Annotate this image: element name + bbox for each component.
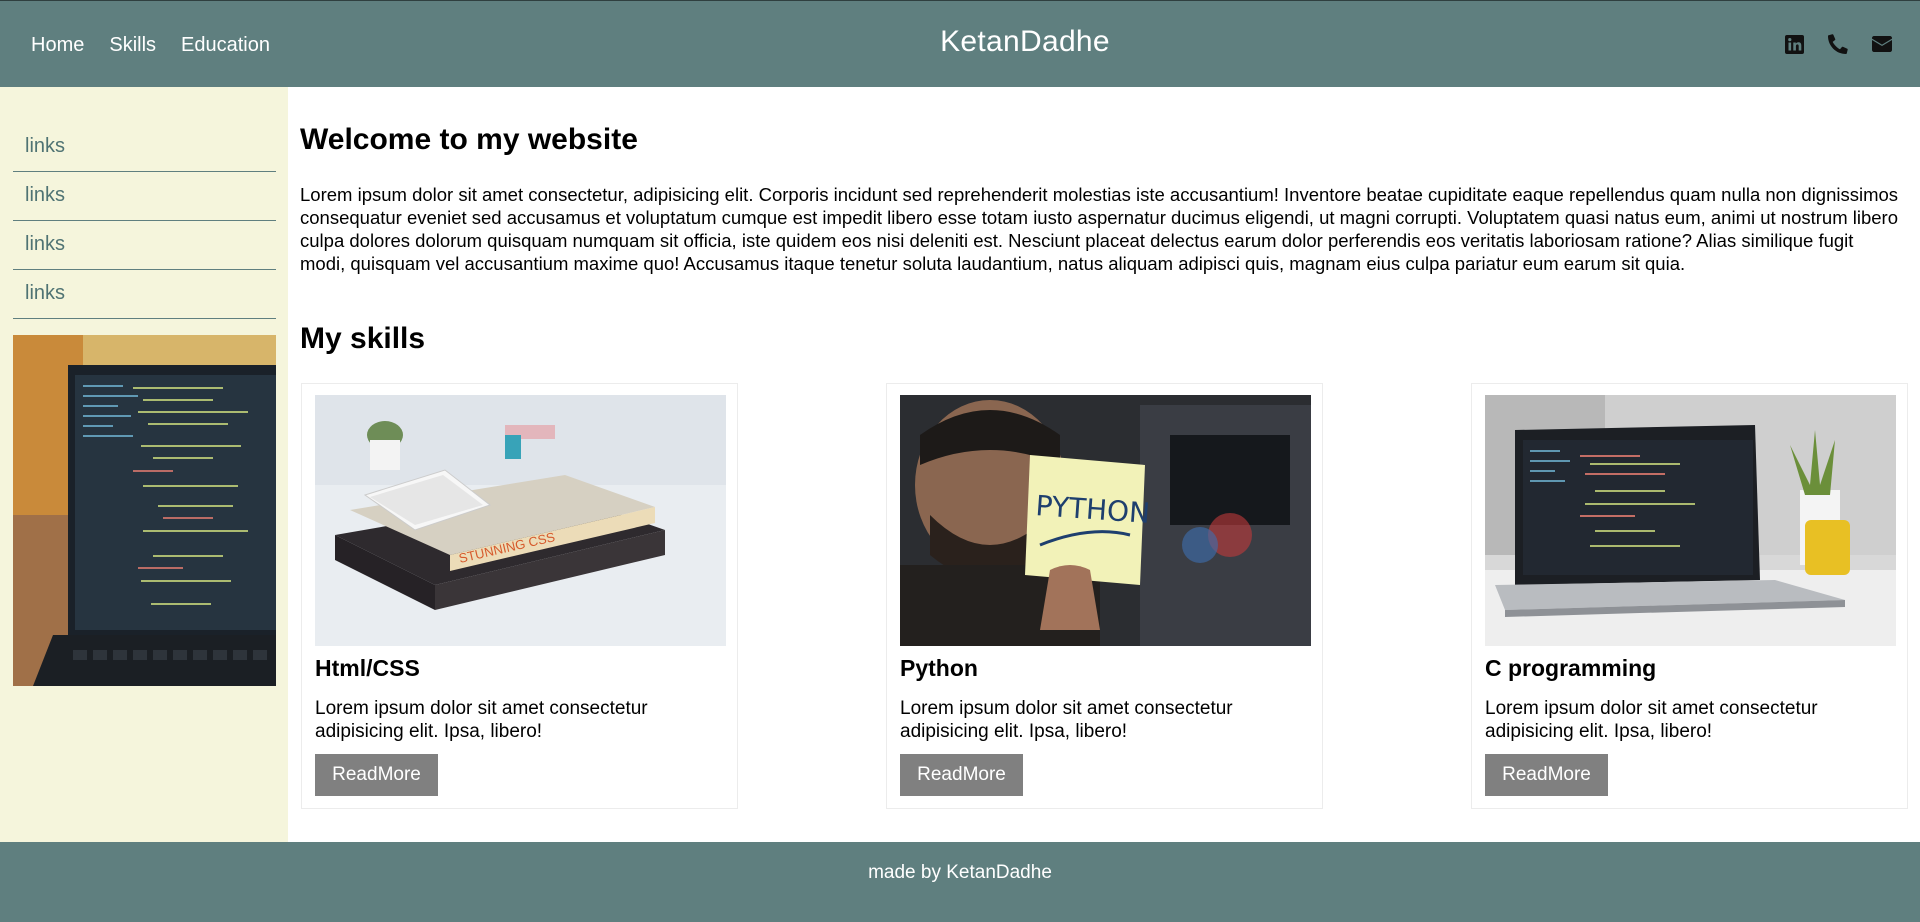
sidebar-laptop-image: [13, 335, 276, 686]
laptop-desk-image: [1485, 395, 1896, 646]
linkedin-icon[interactable]: [1783, 32, 1805, 56]
welcome-heading: Welcome to my website: [300, 123, 638, 156]
intro-paragraph: Lorem ipsum dolor sit amet consectetur, …: [300, 184, 1899, 274]
page: Home Skills Education KetanDadhe links l…: [0, 0, 1920, 922]
card-description: Lorem ipsum dolor sit amet consectetur a…: [315, 698, 648, 742]
sidebar-link[interactable]: links: [13, 123, 276, 172]
card-title: Html/CSS: [315, 655, 420, 681]
skill-card-python: PYTHON Python Lorem ipsum dolor sit amet…: [886, 383, 1323, 809]
skills-heading: My skills: [300, 322, 426, 355]
python-note-image: PYTHON: [900, 395, 1311, 646]
card-description: Lorem ipsum dolor sit amet consectetur a…: [1485, 698, 1818, 742]
sidebar-links: links links links links: [13, 123, 276, 319]
skill-card-c-programming: C programming Lorem ipsum dolor sit amet…: [1471, 383, 1908, 809]
read-more-button[interactable]: ReadMore: [315, 754, 438, 796]
card-title: C programming: [1485, 655, 1657, 681]
sidebar-link[interactable]: links: [13, 172, 276, 221]
card-description: Lorem ipsum dolor sit amet consectetur a…: [900, 698, 1233, 742]
read-more-button[interactable]: ReadMore: [900, 754, 1023, 796]
sidebar-link[interactable]: links: [13, 221, 276, 270]
skill-card-html-css: STUNNING CSS Html/CSS Lorem ipsum dolor …: [301, 383, 738, 809]
card-title: Python: [900, 655, 978, 681]
books-phone-image: STUNNING CSS: [315, 395, 726, 646]
mail-icon[interactable]: [1871, 32, 1893, 56]
navbar: Home Skills Education KetanDadhe: [0, 0, 1920, 87]
sidebar: links links links links: [0, 87, 288, 842]
footer-credit: made by KetanDadhe: [868, 862, 1052, 883]
footer: made by KetanDadhe: [0, 842, 1920, 922]
sidebar-link[interactable]: links: [13, 270, 276, 319]
social-links: [1783, 32, 1893, 56]
read-more-button[interactable]: ReadMore: [1485, 754, 1608, 796]
phone-icon[interactable]: [1827, 32, 1849, 56]
site-title: KetanDadhe: [940, 25, 1110, 58]
